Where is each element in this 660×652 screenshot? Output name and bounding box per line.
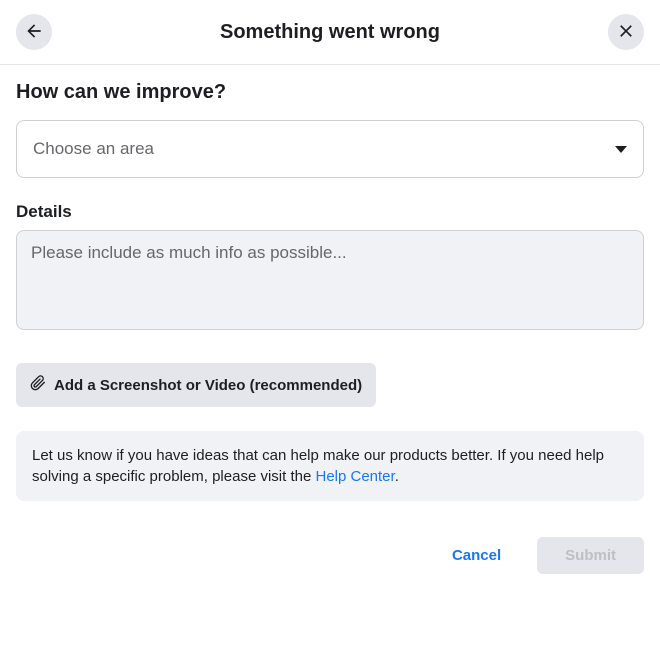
- chevron-down-icon: [615, 146, 627, 153]
- form-heading: How can we improve?: [16, 81, 644, 104]
- close-icon: [616, 21, 636, 44]
- submit-button[interactable]: Submit: [537, 537, 644, 574]
- add-screenshot-label: Add a Screenshot or Video (recommended): [54, 377, 362, 394]
- dialog-header: Something went wrong: [0, 0, 660, 65]
- dialog-footer: Cancel Submit: [0, 537, 660, 574]
- info-message: Let us know if you have ideas that can h…: [16, 431, 644, 501]
- dialog-body: How can we improve? Choose an area Detai…: [0, 65, 660, 537]
- cancel-button[interactable]: Cancel: [424, 537, 529, 574]
- add-screenshot-button[interactable]: Add a Screenshot or Video (recommended): [16, 363, 376, 407]
- details-textarea[interactable]: [16, 230, 644, 330]
- dialog-title: Something went wrong: [220, 21, 440, 44]
- arrow-left-icon: [24, 21, 44, 44]
- area-select[interactable]: Choose an area: [16, 120, 644, 178]
- back-button[interactable]: [16, 14, 52, 50]
- close-button[interactable]: [608, 14, 644, 50]
- help-center-link[interactable]: Help Center: [315, 468, 394, 485]
- area-select-placeholder: Choose an area: [33, 139, 154, 159]
- details-label: Details: [16, 202, 644, 222]
- info-text-after: .: [395, 468, 399, 485]
- paperclip-icon: [30, 375, 46, 395]
